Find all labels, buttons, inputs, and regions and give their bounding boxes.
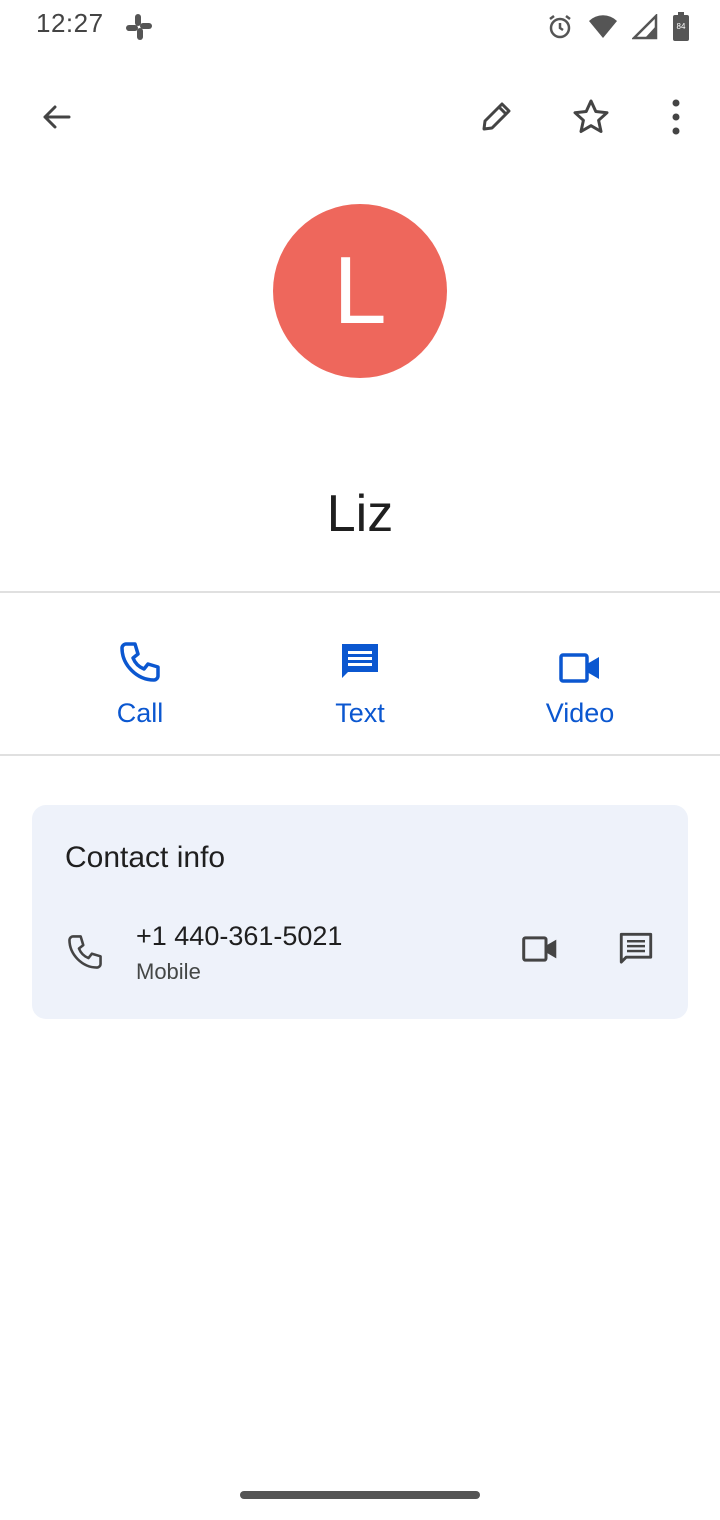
contact-info-card: Contact info +1 440-361-5021 Mobile <box>32 805 688 1019</box>
video-action-button[interactable]: Video <box>470 612 690 732</box>
phone-number[interactable]: +1 440-361-5021 <box>136 921 342 952</box>
video-call-button[interactable] <box>512 921 568 977</box>
home-gesture-bar[interactable] <box>240 1491 480 1499</box>
arrow-back-icon <box>43 105 71 129</box>
back-button[interactable] <box>28 89 84 145</box>
text-label: Text <box>335 698 385 728</box>
wifi-icon <box>588 14 618 40</box>
favorite-button[interactable] <box>563 89 619 145</box>
videocam-icon <box>559 612 601 684</box>
phone-icon <box>66 933 104 976</box>
slack-icon <box>124 12 154 42</box>
videocam-icon <box>522 936 557 962</box>
message-outline-icon <box>619 932 653 964</box>
avatar: L <box>273 204 447 378</box>
star-outline-icon <box>573 99 609 133</box>
call-action-button[interactable]: Call <box>30 612 250 732</box>
battery-level: 84 <box>676 22 686 31</box>
contact-info-title: Contact info <box>65 841 226 874</box>
message-button[interactable] <box>608 921 664 977</box>
video-label: Video <box>545 698 615 728</box>
cell-signal-icon <box>632 14 658 40</box>
pencil-icon <box>482 102 511 131</box>
avatar-initial: L <box>333 237 387 344</box>
message-icon <box>338 612 382 684</box>
call-label: Call <box>116 698 164 728</box>
more-options-button[interactable] <box>648 89 704 145</box>
status-icons: 84 <box>546 10 690 44</box>
text-action-button[interactable]: Text <box>250 612 470 732</box>
divider-bottom <box>0 754 720 756</box>
divider-top <box>0 591 720 593</box>
alarm-icon <box>546 13 574 41</box>
battery-icon: 84 <box>672 12 690 42</box>
contact-name: Liz <box>326 485 394 543</box>
edit-button[interactable] <box>468 89 524 145</box>
phone-type: Mobile <box>136 959 201 984</box>
more-vert-icon <box>672 99 680 135</box>
phone-icon <box>118 612 162 684</box>
status-time: 12:27 <box>36 8 104 38</box>
